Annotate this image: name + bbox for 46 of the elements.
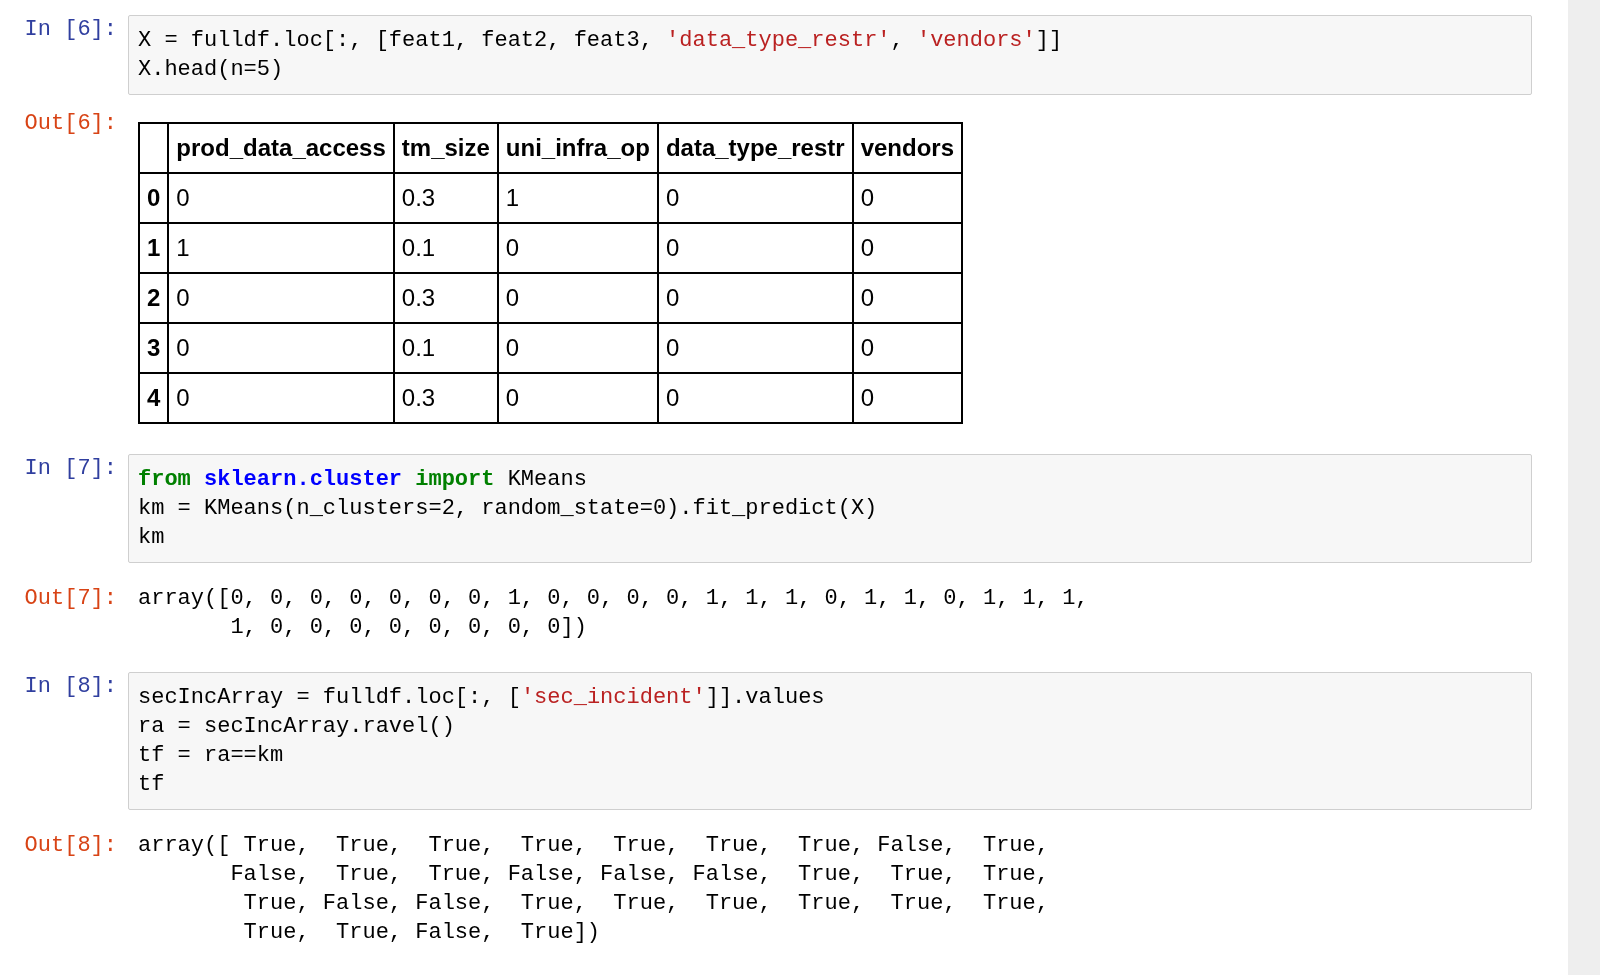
code-editor[interactable]: from sklearn.cluster import KMeans km = KMeans(n_clusters=2, random_state=0).fit_predict(X) km	[128, 454, 1532, 563]
column-header: vendors	[852, 123, 962, 173]
row-index: 4	[139, 373, 169, 423]
table-cell: 0	[657, 223, 853, 273]
output-prompt: Out[6]:	[23, 110, 118, 138]
table-cell: 0	[852, 273, 962, 323]
table-cell: 0	[657, 323, 853, 373]
table-cell: 0	[657, 373, 853, 423]
row-index: 0	[139, 173, 169, 223]
code-editor[interactable]: secIncArray = fulldf.loc[:, ['sec_incident']].values ra = secIncArray.ravel() tf = ra==km tf	[128, 672, 1532, 810]
input-prompt: In [6]:	[23, 16, 118, 44]
column-header: prod_data_access	[168, 123, 394, 173]
row-index: 3	[139, 323, 169, 373]
table-cell: 0.3	[393, 373, 498, 423]
table-cell: 0	[657, 273, 853, 323]
table-cell: 0	[168, 273, 394, 323]
table-cell: 0	[497, 223, 658, 273]
output-text: array([0, 0, 0, 0, 0, 0, 0, 1, 0, 0, 0, 0, 1, 1, 1, 0, 1, 1, 0, 1, 1, 1, 1, 0, 0, 0, 0, 0, 0, 0, 0])	[138, 585, 1089, 642]
column-header: data_type_restr	[657, 123, 853, 173]
column-header: uni_infra_op	[497, 123, 658, 173]
table-cell: 0.3	[393, 273, 498, 323]
table-cell: 0	[852, 373, 962, 423]
output-text: array([ True, True, True, True, True, True, True, False, True, False, True, True, False, False, False, True, True, True, True, False, False, True, True, True, True, True, True, True, True, False, True])	[138, 832, 1049, 947]
code-editor[interactable]: X = fulldf.loc[:, [feat1, feat2, feat3, 'data_type_restr', 'vendors']] X.head(n=5)	[128, 15, 1532, 95]
table-cell: 0	[657, 173, 853, 223]
table-cell: 0	[497, 323, 658, 373]
column-header: tm_size	[393, 123, 498, 173]
table-cell: 1	[497, 173, 658, 223]
table-cell: 0	[497, 373, 658, 423]
input-prompt: In [7]:	[23, 455, 118, 483]
input-prompt: In [8]:	[23, 673, 118, 701]
output-prompt: Out[7]:	[23, 585, 118, 613]
row-index: 1	[139, 223, 169, 273]
row-index: 2	[139, 273, 169, 323]
table-cell: 0	[852, 323, 962, 373]
table-cell: 0	[852, 173, 962, 223]
table-cell: 0.1	[393, 223, 498, 273]
table-cell: 0	[852, 223, 962, 273]
table-cell: 0	[497, 273, 658, 323]
table-cell: 1	[168, 223, 394, 273]
output-prompt: Out[8]:	[23, 832, 118, 860]
table-cell: 0	[168, 173, 394, 223]
table-cell: 0	[168, 323, 394, 373]
table-cell: 0	[168, 373, 394, 423]
table-cell: 0.3	[393, 173, 498, 223]
table-cell: 0.1	[393, 323, 498, 373]
